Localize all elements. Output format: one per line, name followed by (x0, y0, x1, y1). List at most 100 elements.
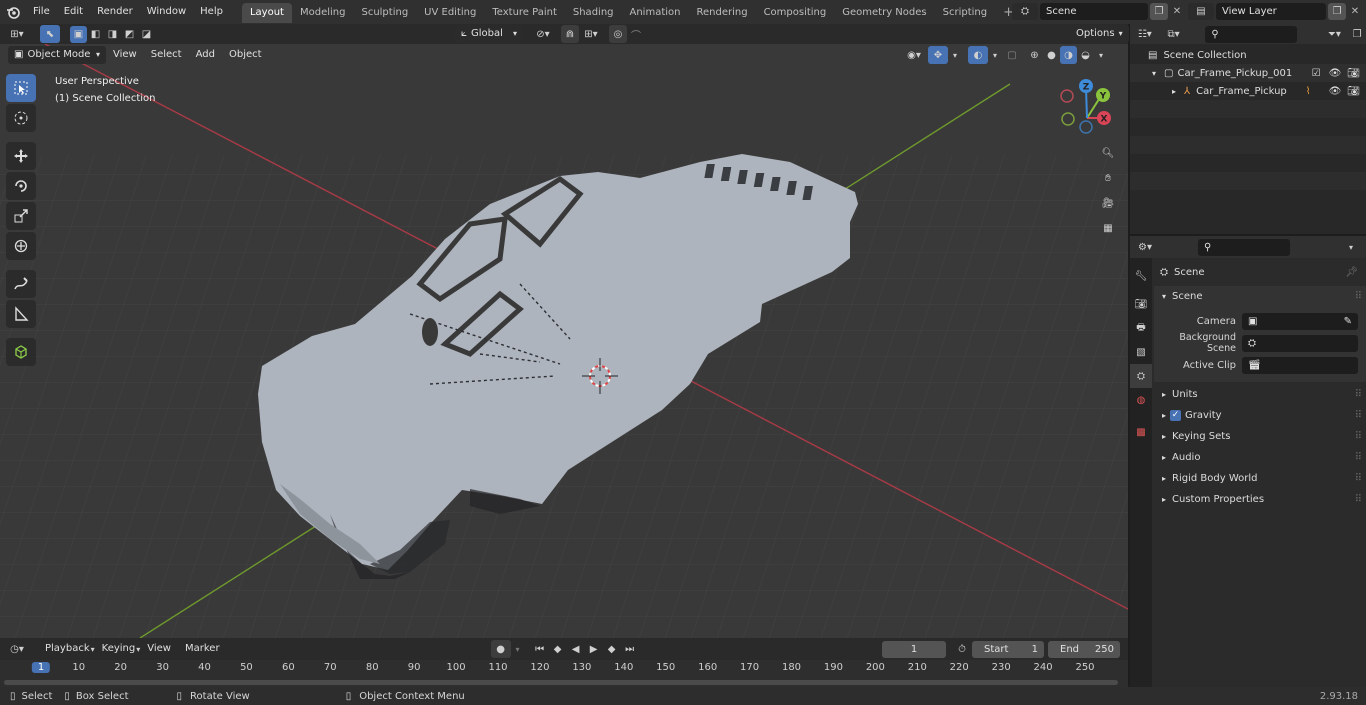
overlays-dropdown-icon[interactable]: ▾ (988, 46, 1002, 64)
solid-shading-icon[interactable]: ● (1043, 46, 1060, 64)
timeline-menu-marker[interactable]: Marker (178, 639, 227, 659)
grid-view-icon[interactable]: ▦ (1097, 217, 1119, 239)
delete-view-layer-icon[interactable]: ✕ (1346, 3, 1364, 20)
view-layer-tab-icon[interactable]: ▧ (1130, 340, 1152, 364)
camera-view-icon[interactable]: 🎥︎ (1097, 192, 1119, 214)
timeline-menu-playback[interactable]: Playback (38, 639, 97, 659)
new-view-layer-icon[interactable]: ❐ (1328, 3, 1346, 20)
record-dropdown-icon[interactable]: ▾ (511, 640, 525, 658)
viewport-menu-view[interactable]: View (106, 46, 144, 64)
viewport-menu-select[interactable]: Select (144, 46, 189, 64)
options-dropdown[interactable]: Options ▾ (1070, 25, 1129, 43)
expand-down-icon[interactable]: ▾ (1152, 63, 1156, 84)
xray-icon[interactable]: ▢ (1002, 46, 1022, 64)
current-frame-indicator[interactable]: 1 (31, 662, 51, 673)
select-tool-icon[interactable]: ⬉ (40, 25, 60, 43)
rendered-shading-icon[interactable]: ◒ (1077, 46, 1094, 64)
visibility-icon[interactable]: ◉▾ (900, 46, 928, 64)
new-collection-icon[interactable]: ❐ (1348, 25, 1366, 43)
orientation-dropdown[interactable]: ⟀ Global ▾ (455, 25, 523, 43)
stopwatch-icon[interactable]: ⏱ (954, 641, 970, 658)
gravity-panel[interactable]: ▸ ✓ Gravity ⠿ (1154, 405, 1366, 426)
zoom-icon[interactable]: 🔍︎ (1097, 142, 1119, 164)
menu-edit[interactable]: Edit (57, 0, 90, 24)
timeline-ruler[interactable]: 1 10 20 30 40 50 60 70 80 90 100 110 120 130 140 150 160… (0, 660, 1128, 687)
tool-tab-icon[interactable]: 🔧︎ (1130, 264, 1152, 288)
play-reverse-icon[interactable]: ◀ (567, 640, 585, 658)
blender-logo-icon[interactable] (0, 0, 26, 24)
timeline-editor-type-icon[interactable]: ◷▾ (0, 639, 34, 659)
view-layer-field[interactable]: View Layer (1216, 3, 1326, 20)
intersect-selection-icon[interactable]: ◪ (138, 26, 155, 43)
rigid-body-panel[interactable]: ▸ Rigid Body World ⠿ (1154, 468, 1366, 489)
filter-icon[interactable]: ⏷▾ (1321, 25, 1349, 43)
rotate-tool[interactable] (6, 172, 36, 200)
tab-texture-paint[interactable]: Texture Paint (484, 3, 565, 23)
tab-shading[interactable]: Shading (565, 3, 622, 23)
world-tab-icon[interactable]: ◍ (1130, 388, 1152, 412)
material-shading-icon[interactable]: ◑ (1060, 46, 1077, 64)
outliner-editor-type-icon[interactable]: ☷▾ (1130, 25, 1160, 43)
custom-properties-panel[interactable]: ▸ Custom Properties ⠿ (1154, 489, 1366, 510)
delete-scene-icon[interactable]: ✕ (1168, 3, 1186, 20)
menu-render[interactable]: Render (90, 0, 140, 24)
render-tab-icon[interactable]: 📷︎ (1130, 292, 1152, 316)
menu-file[interactable]: File (26, 0, 57, 24)
viewport-menu-add[interactable]: Add (189, 46, 222, 64)
outliner-row-scene-collection[interactable]: ▤ Scene Collection (1130, 46, 1366, 64)
tab-sculpting[interactable]: Sculpting (353, 3, 416, 23)
extend-selection-icon[interactable]: ◧ (87, 26, 104, 43)
menu-window[interactable]: Window (140, 0, 193, 24)
keying-sets-panel[interactable]: ▸ Keying Sets ⠿ (1154, 426, 1366, 447)
falloff-icon[interactable]: ⌒ (627, 25, 645, 43)
drag-handle-icon[interactable]: ⠿ (1355, 286, 1362, 307)
shading-dropdown-icon[interactable]: ▾ (1094, 46, 1108, 64)
3d-viewport[interactable]: ▣ Object Mode ▾ View Select Add Object ◉… (0, 44, 1128, 638)
expand-right-icon[interactable]: ▸ (1172, 81, 1176, 102)
transform-tool[interactable] (6, 232, 36, 260)
drag-handle-icon[interactable]: ⠿ (1355, 447, 1362, 468)
tab-uv-editing[interactable]: UV Editing (416, 3, 484, 23)
scene-tab-icon[interactable]: ⛭ (1130, 364, 1152, 388)
add-cube-tool[interactable] (6, 338, 36, 366)
object-mode-dropdown[interactable]: ▣ Object Mode ▾ (8, 46, 106, 64)
output-tab-icon[interactable]: 🖶︎ (1130, 316, 1152, 340)
gizmo-toggle-icon[interactable]: ✥ (928, 46, 948, 64)
texture-tab-icon[interactable]: ▩ (1130, 420, 1152, 444)
gizmo-dropdown-icon[interactable]: ▾ (948, 46, 962, 64)
tab-compositing[interactable]: Compositing (756, 3, 835, 23)
next-keyframe-icon[interactable]: ◆ (603, 640, 621, 658)
render-camera-icon[interactable]: 📷︎ (1347, 81, 1360, 102)
gravity-checkbox[interactable]: ✓ (1170, 410, 1182, 421)
invert-selection-icon[interactable]: ◩ (121, 26, 138, 43)
record-icon[interactable]: ● (490, 640, 511, 658)
tab-geometry-nodes[interactable]: Geometry Nodes (834, 3, 934, 23)
current-frame-field[interactable]: 1 (882, 641, 946, 658)
tab-scripting[interactable]: Scripting (935, 3, 995, 23)
cursor-tool[interactable] (6, 104, 36, 132)
properties-editor-type-icon[interactable]: ⚙▾ (1130, 237, 1160, 257)
drag-handle-icon[interactable]: ⠿ (1355, 384, 1362, 405)
active-clip-field[interactable]: 🎬︎ (1242, 356, 1358, 374)
viewport-menu-object[interactable]: Object (222, 46, 269, 64)
exclude-checkbox[interactable]: ☑ (1312, 63, 1321, 84)
timeline-menu-view[interactable]: View (140, 639, 178, 659)
eye-icon[interactable]: 👁︎ (1329, 81, 1342, 102)
background-scene-field[interactable]: ⛭ (1242, 334, 1358, 352)
camera-field[interactable]: ▣ ✎ (1242, 312, 1358, 330)
tab-animation[interactable]: Animation (622, 3, 689, 23)
snap-target-icon[interactable]: ⊞▾ (579, 25, 603, 43)
menu-help[interactable]: Help (193, 0, 230, 24)
timeline-menu-keying[interactable]: Keying (95, 639, 143, 659)
outliner-row-collection[interactable]: ▾ ▢ Car_Frame_Pickup_001 ☑ 👁︎ 📷︎ (1130, 64, 1366, 82)
new-scene-icon[interactable]: ❐ (1150, 3, 1168, 20)
end-frame-field[interactable]: End 250 (1048, 641, 1120, 658)
tab-modeling[interactable]: Modeling (292, 3, 354, 23)
drag-handle-icon[interactable]: ⠿ (1355, 426, 1362, 447)
units-panel[interactable]: ▸ Units ⠿ (1154, 384, 1366, 405)
display-mode-icon[interactable]: ⧉▾ (1160, 25, 1188, 43)
proportional-edit-icon[interactable]: ◎ (609, 25, 627, 43)
subtract-selection-icon[interactable]: ◨ (104, 26, 121, 43)
overlays-icon[interactable]: ◐ (968, 46, 988, 64)
scene-panel-header[interactable]: ▾ Scene ⠿ (1154, 286, 1366, 307)
